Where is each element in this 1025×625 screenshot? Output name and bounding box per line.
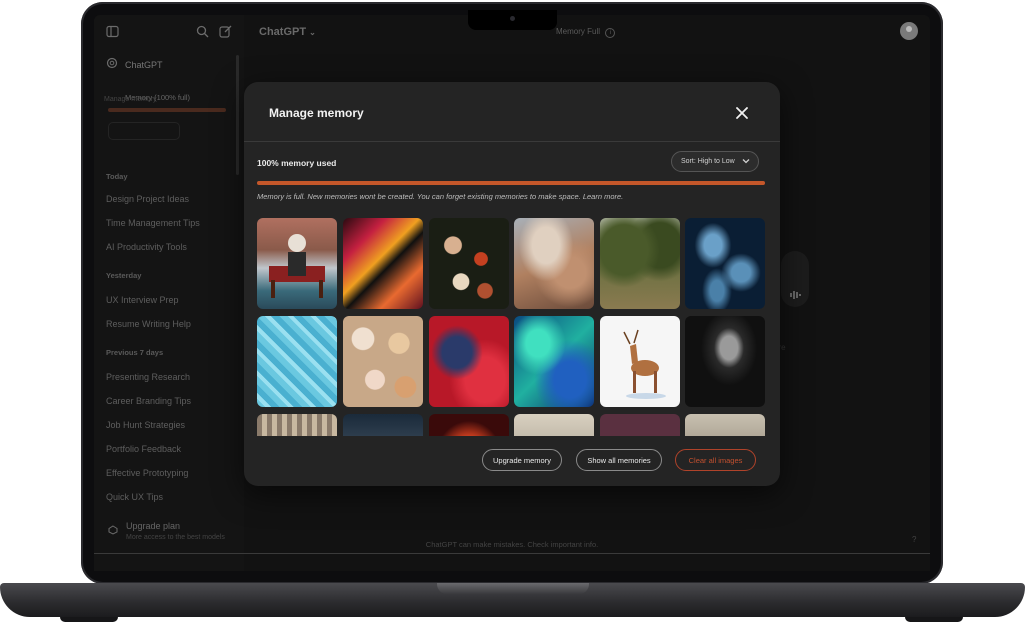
- memory-image-grid: [257, 218, 767, 436]
- model-title: ChatGPT: [259, 26, 307, 38]
- disclaimer-text: ChatGPT can make mistakes. Check importa…: [425, 540, 599, 549]
- avatar[interactable]: [900, 22, 918, 40]
- upgrade-memory-button[interactable]: Upgrade memory: [482, 449, 562, 471]
- sidebar-item-chat[interactable]: UX Interview Prep: [106, 295, 179, 305]
- memory-image-tile[interactable]: [685, 316, 765, 407]
- memory-image-tile[interactable]: [257, 316, 337, 407]
- memory-image-tile[interactable]: [600, 414, 680, 436]
- memory-image-tile[interactable]: [429, 218, 509, 309]
- camera-dot: [510, 16, 515, 21]
- memory-full-indicator: Memory Full i: [556, 27, 616, 38]
- sidebar-item-chat[interactable]: Resume Writing Help: [106, 319, 191, 329]
- memory-image-tile[interactable]: [600, 218, 680, 309]
- memory-image-tile[interactable]: [343, 316, 423, 407]
- memory-image-tile[interactable]: [343, 218, 423, 309]
- dialog-divider: [244, 141, 780, 142]
- sidebar-memory-bar: [108, 108, 226, 112]
- help-button[interactable]: ?: [912, 535, 916, 544]
- sidebar-item-chat[interactable]: Job Hunt Strategies: [106, 420, 185, 430]
- memory-image-tile[interactable]: [514, 316, 594, 407]
- laptop-base: [0, 583, 1025, 617]
- close-icon[interactable]: [734, 105, 750, 121]
- memory-image-tile[interactable]: [429, 414, 509, 436]
- sort-dropdown[interactable]: Sort: High to Low: [671, 151, 759, 172]
- sidebar-item-chat[interactable]: AI Productivity Tools: [106, 242, 187, 252]
- sidebar-item-chat[interactable]: Portfolio Feedback: [106, 444, 181, 454]
- info-icon[interactable]: i: [605, 28, 616, 38]
- memory-progress-fill: [257, 181, 765, 185]
- memory-overlap-label: Manage memory: [104, 96, 157, 103]
- section-today: Today: [106, 172, 128, 181]
- laptop-base-notch: [437, 583, 589, 594]
- upgrade-plan-link[interactable]: Upgrade plan: [126, 521, 180, 531]
- screen-bottom-line: [94, 553, 930, 554]
- sidebar-item-chat[interactable]: Career Branding Tips: [106, 396, 191, 406]
- chatgpt-logo-icon: [106, 57, 118, 72]
- memory-image-tile[interactable]: [257, 218, 337, 309]
- laptop-foot: [905, 617, 963, 622]
- section-previous-7-days: Previous 7 days: [106, 348, 164, 357]
- upgrade-icon: [108, 523, 118, 538]
- memory-image-tile[interactable]: [514, 218, 594, 309]
- sidebar-scrollbar[interactable]: [236, 55, 239, 175]
- sidebar-manage-button[interactable]: [108, 122, 180, 140]
- memory-image-tile[interactable]: [429, 316, 509, 407]
- memory-image-tile[interactable]: [514, 414, 594, 436]
- memory-full-note: Memory is full. New memories wont be cre…: [257, 192, 624, 201]
- show-all-memories-button[interactable]: Show all memories: [576, 449, 662, 471]
- memory-image-tile[interactable]: [600, 316, 680, 407]
- memory-image-tile[interactable]: [685, 414, 765, 436]
- memory-full-label: Memory Full: [556, 27, 601, 36]
- sidebar-item-chat[interactable]: Design Project Ideas: [106, 194, 189, 204]
- sidebar-item-chat[interactable]: Presenting Research: [106, 372, 190, 382]
- search-icon[interactable]: [196, 25, 209, 41]
- dialog-title: Manage memory: [269, 106, 364, 120]
- memory-image-tile[interactable]: [343, 414, 423, 436]
- sidebar-item-chat[interactable]: Time Management Tips: [106, 218, 200, 228]
- chevron-down-icon: ⌄: [309, 28, 316, 37]
- memory-usage-label: 100% memory used: [257, 158, 337, 168]
- edit-icon[interactable]: [219, 25, 232, 41]
- section-yesterday: Yesterday: [106, 271, 142, 280]
- sidebar: ChatGPT Memory (100% full) Manage memory…: [94, 15, 244, 571]
- manage-memory-dialog: Manage memory 100% memory used Sort: Hig…: [244, 82, 780, 486]
- model-selector[interactable]: ChatGPT ⌄: [259, 26, 316, 38]
- memory-progress-bar: [257, 181, 765, 185]
- voice-waveform-icon[interactable]: [789, 289, 801, 304]
- memory-image-tile[interactable]: [257, 414, 337, 436]
- laptop-foot: [60, 617, 118, 622]
- memory-image-tile[interactable]: [685, 218, 765, 309]
- sidebar-item-chatgpt[interactable]: ChatGPT: [125, 60, 163, 70]
- sidebar-item-chat[interactable]: Quick UX Tips: [106, 492, 163, 502]
- camera-notch: [468, 10, 557, 30]
- clear-all-images-button[interactable]: Clear all images: [675, 449, 756, 471]
- sidebar-item-chat[interactable]: Effective Prototyping: [106, 468, 188, 478]
- sort-label: Sort: High to Low: [681, 158, 735, 165]
- chevron-down-icon: [741, 156, 751, 168]
- sidebar-toggle-icon[interactable]: [106, 25, 119, 41]
